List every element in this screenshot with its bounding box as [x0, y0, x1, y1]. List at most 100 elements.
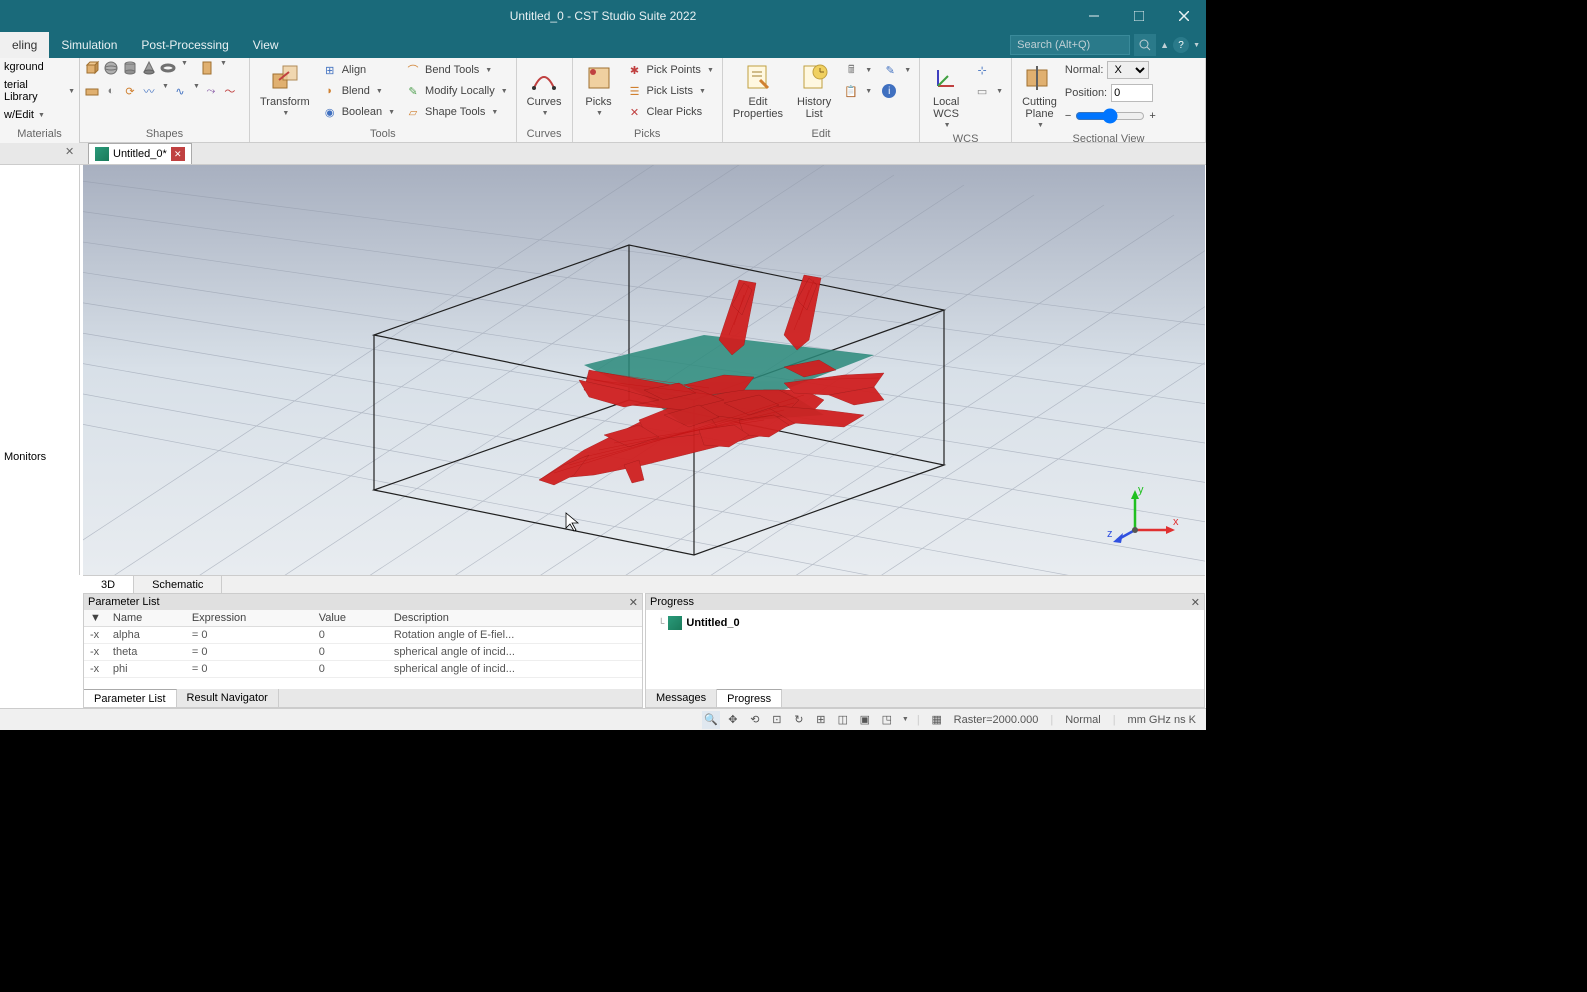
shape-tools-button[interactable]: ▱Shape Tools▼ — [401, 102, 512, 122]
brick-icon[interactable] — [84, 83, 100, 99]
cutting-plane-button[interactable]: Cutting Plane▼ — [1016, 60, 1063, 131]
zoom-icon[interactable]: 🔍 — [702, 711, 720, 729]
panel-close-button[interactable]: ✕ — [1191, 596, 1200, 609]
torus-icon[interactable] — [160, 60, 176, 76]
curves-icon — [528, 62, 560, 94]
viewtab-3d[interactable]: 3D — [83, 576, 134, 593]
tree-close-button[interactable]: ✕ — [65, 145, 74, 158]
help-button[interactable]: ? — [1173, 37, 1189, 53]
edit-properties-button[interactable]: Edit Properties — [727, 60, 789, 122]
rotate-icon[interactable]: ⟲ — [746, 711, 764, 729]
maximize-button[interactable] — [1116, 0, 1161, 32]
params-button[interactable]: 📋▼ — [839, 81, 876, 101]
table-row[interactable]: -xalpha= 00Rotation angle of E-fiel... — [84, 627, 642, 644]
chevron-down-icon[interactable]: ▼ — [902, 716, 909, 723]
raster-label: Raster=2000.000 — [954, 714, 1039, 726]
progress-item[interactable]: └ Untitled_0 — [650, 614, 1200, 632]
zoom-fit-icon[interactable]: ⊡ — [768, 711, 786, 729]
blend-button[interactable]: ◗Blend▼ — [318, 81, 399, 101]
pick-points-button[interactable]: ✱Pick Points▼ — [623, 60, 718, 80]
cube-icon[interactable] — [84, 60, 100, 76]
clear-picks-button[interactable]: ✕Clear Picks — [623, 102, 718, 122]
wcs-tool-1[interactable]: ⊹ — [970, 60, 1007, 80]
tab-postprocessing[interactable]: Post-Processing — [129, 32, 240, 58]
help-dropdown-icon[interactable]: ▼ — [1193, 42, 1200, 49]
tab-simulation[interactable]: Simulation — [49, 32, 129, 58]
wcs-icon — [930, 62, 962, 94]
calc-button[interactable]: 🖩▼ — [839, 60, 876, 80]
align-button[interactable]: ⊞Align — [318, 60, 399, 80]
edit-tool-1[interactable]: ✎▼ — [878, 60, 915, 80]
cone-icon[interactable] — [141, 60, 157, 76]
col-value[interactable]: Value — [313, 610, 388, 627]
boolean-button[interactable]: ◉Boolean▼ — [318, 102, 399, 122]
col-expression[interactable]: Expression — [186, 610, 313, 627]
modify-locally-button[interactable]: ✎Modify Locally▼ — [401, 81, 512, 101]
tab-modeling[interactable]: eling — [0, 32, 49, 58]
chevron-down-icon[interactable]: ▼ — [181, 60, 188, 76]
position-slider[interactable] — [1075, 108, 1145, 124]
material-library-button[interactable]: terial Library▼ — [0, 76, 79, 106]
info-button[interactable]: i — [878, 81, 915, 101]
snap-icon[interactable]: ◫ — [834, 711, 852, 729]
cylinder-icon[interactable] — [122, 60, 138, 76]
viewtab-schematic[interactable]: Schematic — [134, 576, 222, 593]
spline-icon[interactable]: 〰 — [141, 83, 157, 99]
reset-icon[interactable]: ↻ — [790, 711, 808, 729]
3d-viewport[interactable]: y x z — [83, 165, 1205, 575]
grid-icon[interactable]: ⊞ — [812, 711, 830, 729]
minus-icon[interactable]: − — [1065, 110, 1071, 122]
curve-icon[interactable]: ∿ — [172, 83, 188, 99]
background-button[interactable]: kground — [0, 58, 79, 76]
chevron-down-icon[interactable]: ▼ — [220, 60, 227, 76]
doc-close-button[interactable]: ✕ — [171, 147, 185, 161]
sphere-icon[interactable] — [103, 60, 119, 76]
pick-lists-button[interactable]: ☰Pick Lists▼ — [623, 81, 718, 101]
panel-close-button[interactable]: ✕ — [629, 596, 638, 609]
search-input[interactable]: Search (Alt+Q) — [1010, 35, 1130, 55]
ribbon-group-label: Tools — [254, 126, 512, 142]
history-list-button[interactable]: History List — [791, 60, 837, 122]
progress-panel: Progress ✕ └ Untitled_0 Messages Progres… — [645, 593, 1205, 708]
position-input[interactable] — [1111, 84, 1153, 102]
tab-view[interactable]: View — [241, 32, 291, 58]
plus-icon[interactable]: + — [1149, 110, 1155, 122]
document-tab[interactable]: Untitled_0* ✕ — [88, 143, 192, 164]
view-tabs: 3D Schematic — [83, 575, 1205, 593]
col-description[interactable]: Description — [388, 610, 642, 627]
chevron-down-icon[interactable]: ▼ — [162, 83, 169, 99]
tree-item-monitors[interactable]: Monitors — [0, 449, 79, 465]
wire-icon[interactable]: ⤳ — [203, 83, 219, 99]
loft-icon[interactable]: ◐ — [103, 83, 119, 99]
local-wcs-button[interactable]: Local WCS▼ — [924, 60, 968, 131]
tab-result-navigator[interactable]: Result Navigator — [177, 689, 279, 707]
normal-select[interactable]: X — [1107, 61, 1149, 79]
col-name[interactable]: Name — [107, 610, 186, 627]
chevron-up-icon[interactable]: ▲ — [1160, 40, 1169, 50]
picks-button[interactable]: Picks ▼ — [577, 60, 621, 119]
minimize-button[interactable] — [1071, 0, 1116, 32]
filter-icon[interactable]: ▼ — [90, 612, 101, 624]
table-row[interactable]: -xtheta= 00spherical angle of incid... — [84, 644, 642, 661]
tab-parameter-list[interactable]: Parameter List — [84, 689, 177, 707]
align-icon: ⊞ — [322, 62, 338, 78]
tab-messages[interactable]: Messages — [646, 689, 717, 707]
extrude-icon[interactable] — [199, 60, 215, 76]
cube-view-icon[interactable]: ◳ — [878, 711, 896, 729]
box-icon[interactable]: ▣ — [856, 711, 874, 729]
chevron-down-icon[interactable]: ▼ — [193, 83, 200, 99]
wcs-tool-2[interactable]: ▭▼ — [970, 81, 1007, 101]
pan-icon[interactable]: ✥ — [724, 711, 742, 729]
transform-button[interactable]: Transform ▼ — [254, 60, 316, 119]
parameter-list-panel: Parameter List ✕ ▼ Name Expression Value… — [83, 593, 643, 708]
search-button[interactable] — [1134, 34, 1156, 56]
bend-tools-button[interactable]: ⌒Bend Tools▼ — [401, 60, 512, 80]
close-button[interactable] — [1161, 0, 1206, 32]
spiral-icon[interactable]: 〜 — [222, 83, 238, 99]
new-edit-button[interactable]: w/Edit▼ — [0, 106, 79, 124]
curves-button[interactable]: Curves ▼ — [521, 60, 568, 119]
tab-progress[interactable]: Progress — [717, 689, 782, 707]
sweep-icon[interactable]: ⟳ — [122, 83, 138, 99]
mesh-icon[interactable]: ▦ — [928, 711, 946, 729]
table-row[interactable]: -xphi= 00spherical angle of incid... — [84, 661, 642, 678]
